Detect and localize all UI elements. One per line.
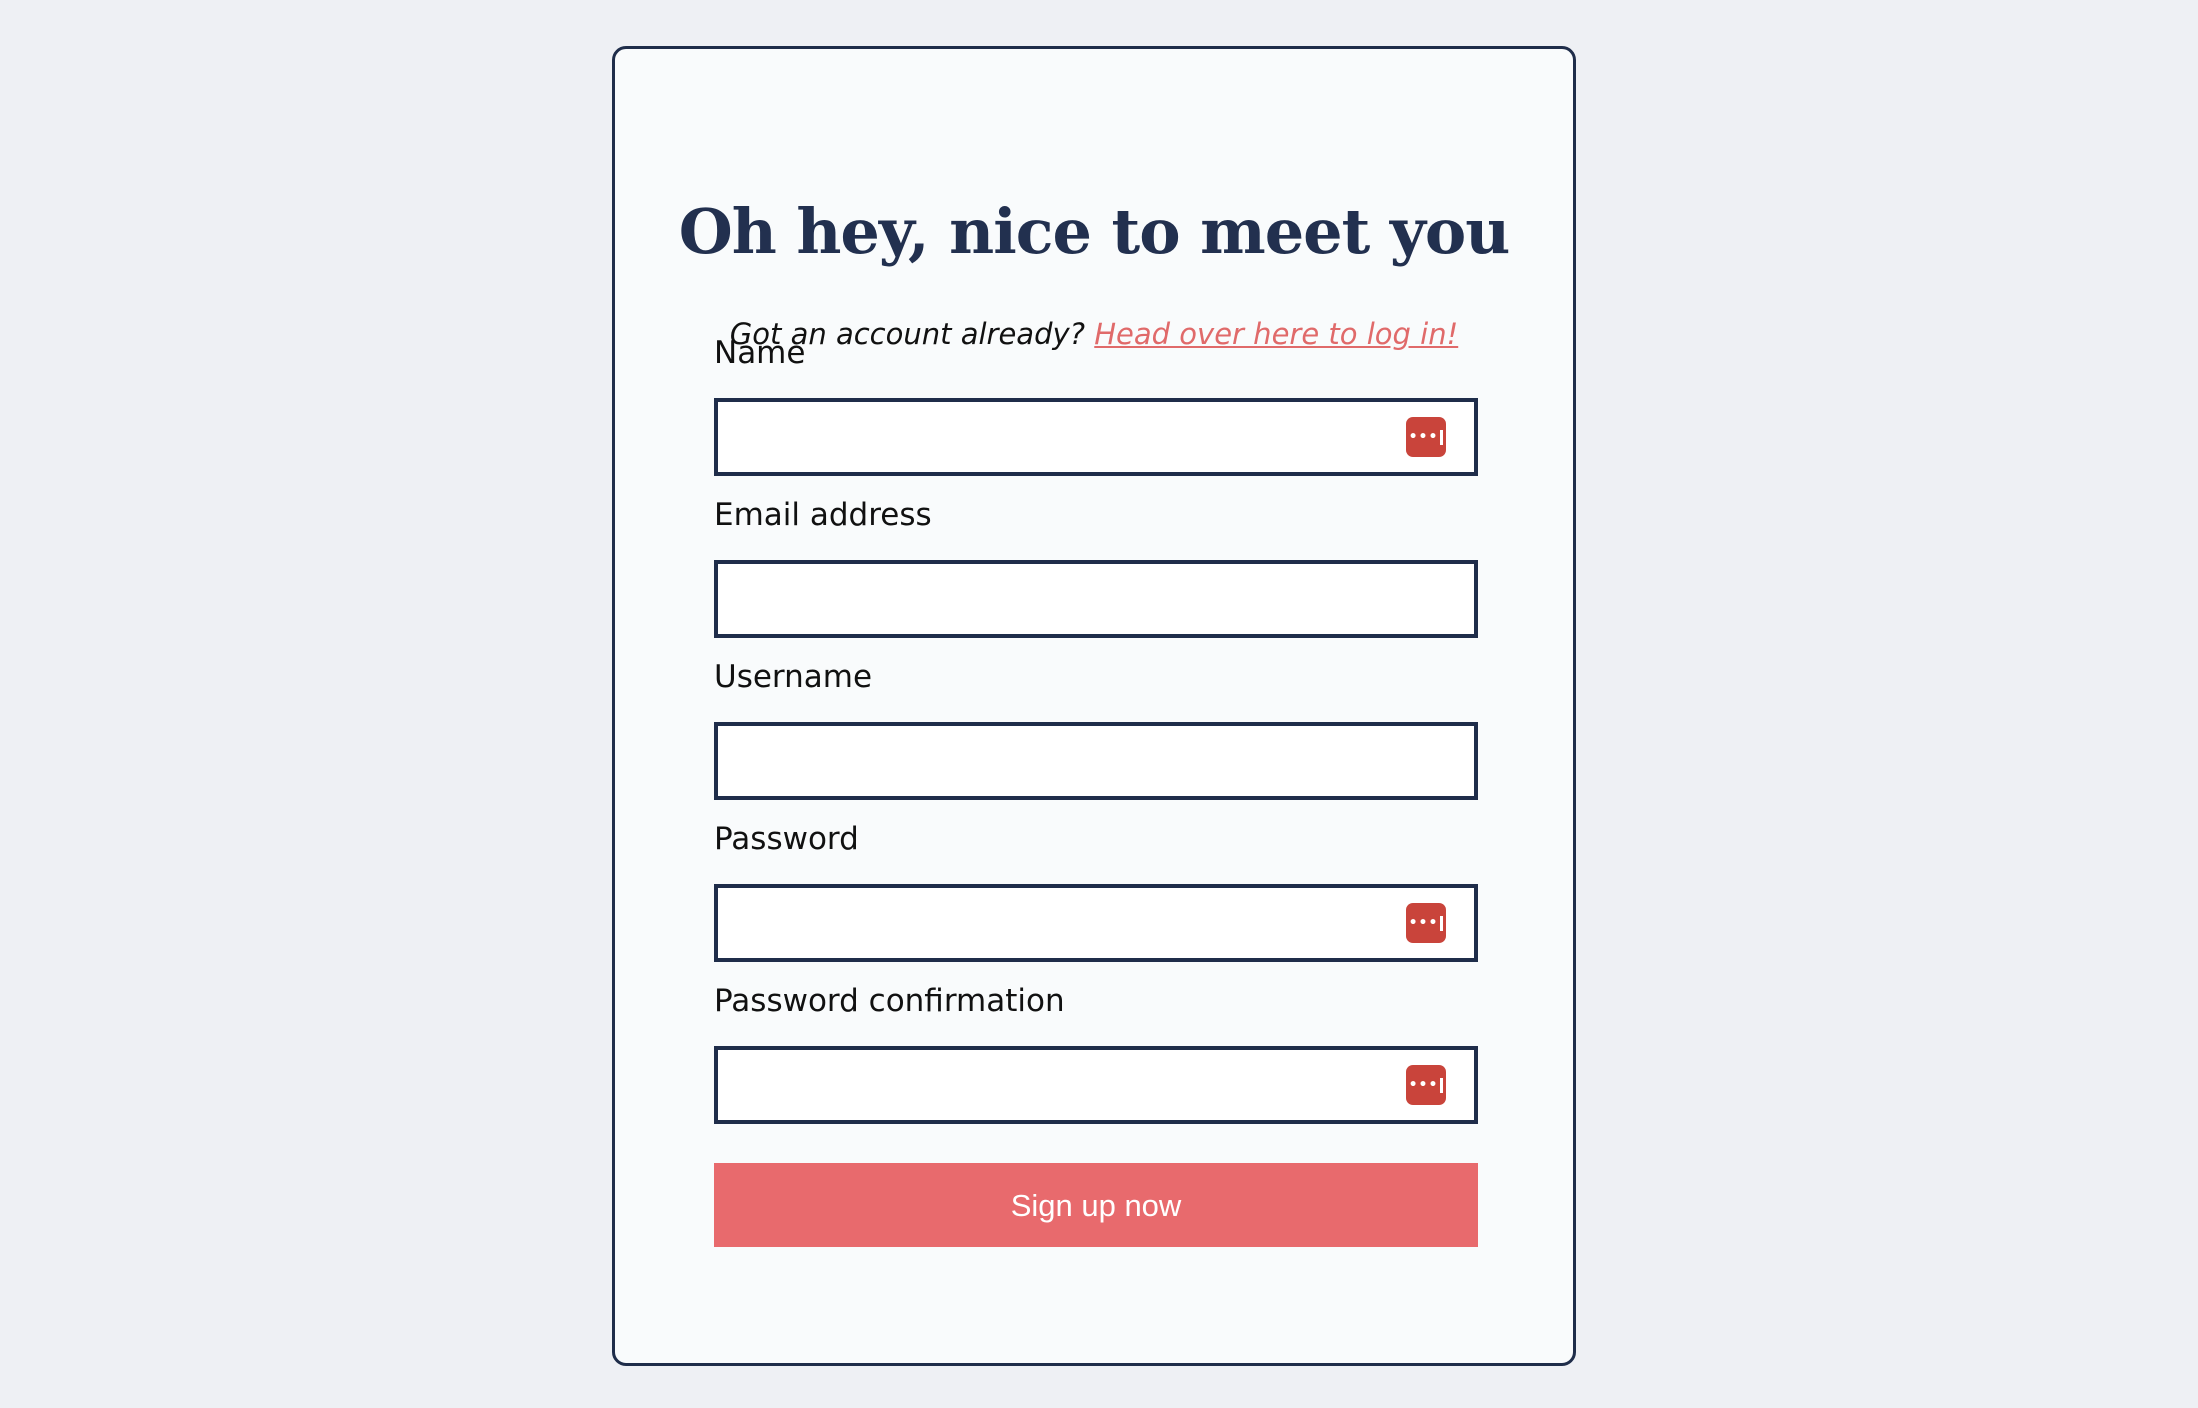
name-input[interactable]: •••: [714, 398, 1478, 476]
email-label: Email address: [714, 497, 932, 533]
username-label: Username: [714, 659, 873, 695]
autofill-icon[interactable]: •••: [1406, 903, 1446, 943]
autofill-icon[interactable]: •••: [1406, 417, 1446, 457]
email-input[interactable]: [714, 560, 1478, 638]
autofill-icon[interactable]: •••: [1406, 1065, 1446, 1105]
login-link[interactable]: Head over here to log in!: [1094, 317, 1458, 351]
signup-card: Oh hey, nice to meet you Got an account …: [612, 46, 1576, 1366]
sign-up-button[interactable]: Sign up now: [714, 1163, 1478, 1247]
password-label: Password: [714, 821, 859, 857]
password-input[interactable]: •••: [714, 884, 1478, 962]
name-label: Name: [714, 335, 806, 371]
username-input[interactable]: [714, 722, 1478, 800]
page-title: Oh hey, nice to meet you: [678, 195, 1511, 268]
password-confirmation-label: Password confirmation: [714, 983, 1065, 1019]
password-confirmation-input[interactable]: •••: [714, 1046, 1478, 1124]
